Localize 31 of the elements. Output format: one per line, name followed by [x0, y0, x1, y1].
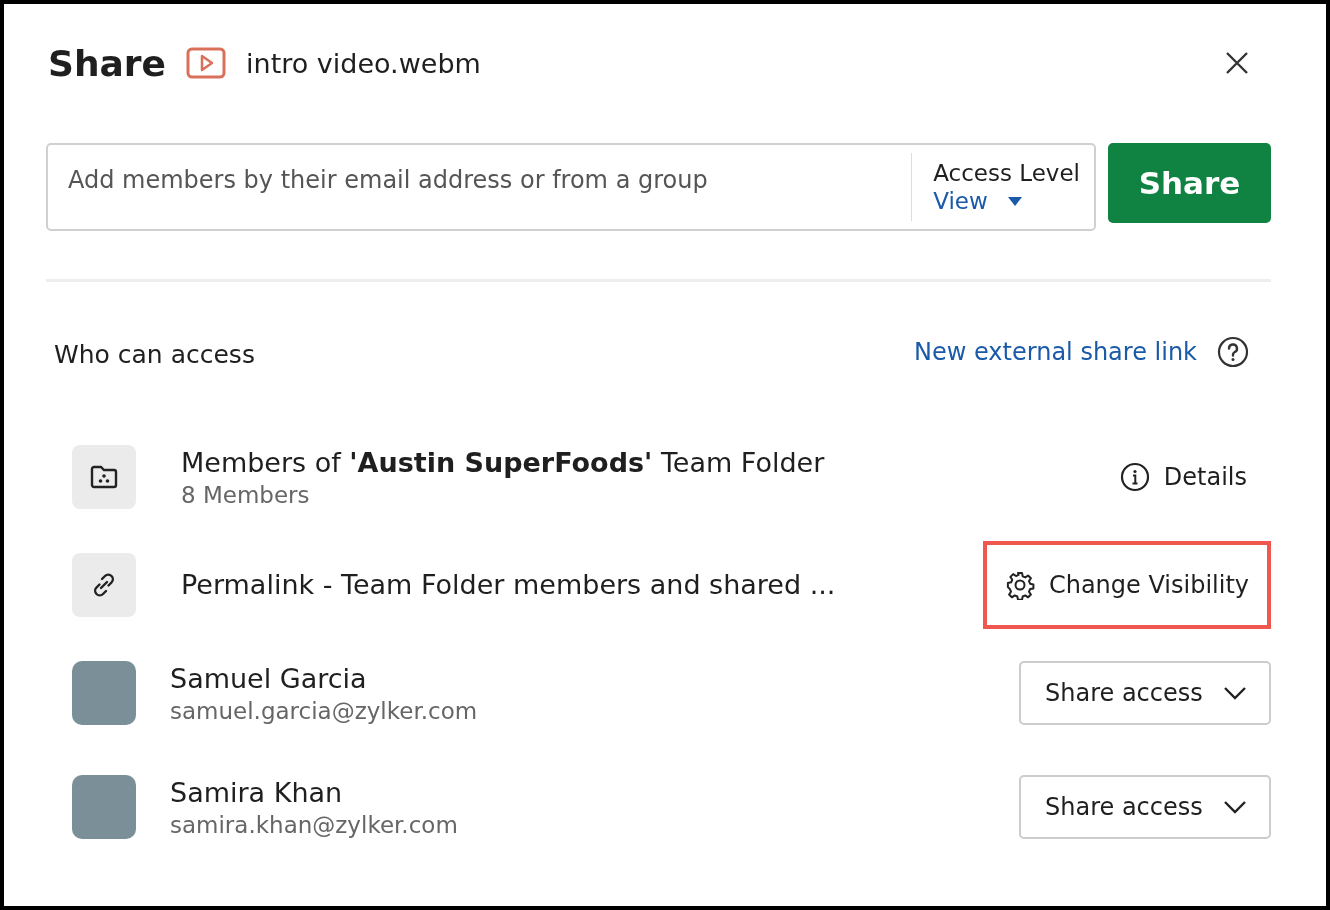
entry-title: Members of 'Austin SuperFoods' Team Folder: [181, 446, 826, 478]
chevron-down-icon: [1223, 800, 1247, 814]
avatar-photo-placeholder: [72, 661, 136, 725]
entry-title: Samuel Garcia: [170, 662, 368, 694]
help-icon[interactable]: [1217, 336, 1249, 368]
link-icon: [72, 552, 136, 617]
entry-title: Permalink - Team Folder members and shared ...: [181, 569, 837, 600]
avatar-photo-placeholder: [72, 775, 136, 839]
entry-subtitle: samira.khan@zylker.com: [170, 811, 459, 838]
access-level-dropdown[interactable]: View: [933, 188, 1080, 214]
add-members-field[interactable]: Add members by their email address or from a group Access Level View: [46, 143, 1096, 231]
share-button[interactable]: Share: [1108, 143, 1271, 223]
new-external-share-link[interactable]: New external share link: [914, 338, 1197, 366]
details-button[interactable]: Details: [1119, 462, 1271, 492]
entry-subtitle: 8 Members: [181, 481, 311, 508]
gear-icon: [1004, 569, 1035, 600]
section-heading: Who can access: [54, 339, 255, 369]
share-access-dropdown[interactable]: Share access: [1019, 775, 1271, 839]
change-visibility-button[interactable]: Change Visibility: [1004, 569, 1250, 600]
close-icon[interactable]: [1225, 51, 1249, 75]
share-access-dropdown[interactable]: Share access: [1019, 661, 1271, 725]
dialog-title: Share: [48, 42, 167, 84]
info-icon: [1119, 462, 1150, 492]
chevron-down-icon: [1223, 686, 1247, 700]
access-level-label: Access Level: [933, 160, 1080, 186]
video-file-icon: [186, 47, 227, 79]
caret-icon: [1007, 196, 1022, 206]
entry-subtitle: samuel.garcia@zylker.com: [170, 697, 479, 724]
entry-title: Samira Khan: [170, 776, 344, 808]
file-name: intro video.webm: [246, 47, 481, 79]
team-folder-icon: [72, 445, 136, 509]
